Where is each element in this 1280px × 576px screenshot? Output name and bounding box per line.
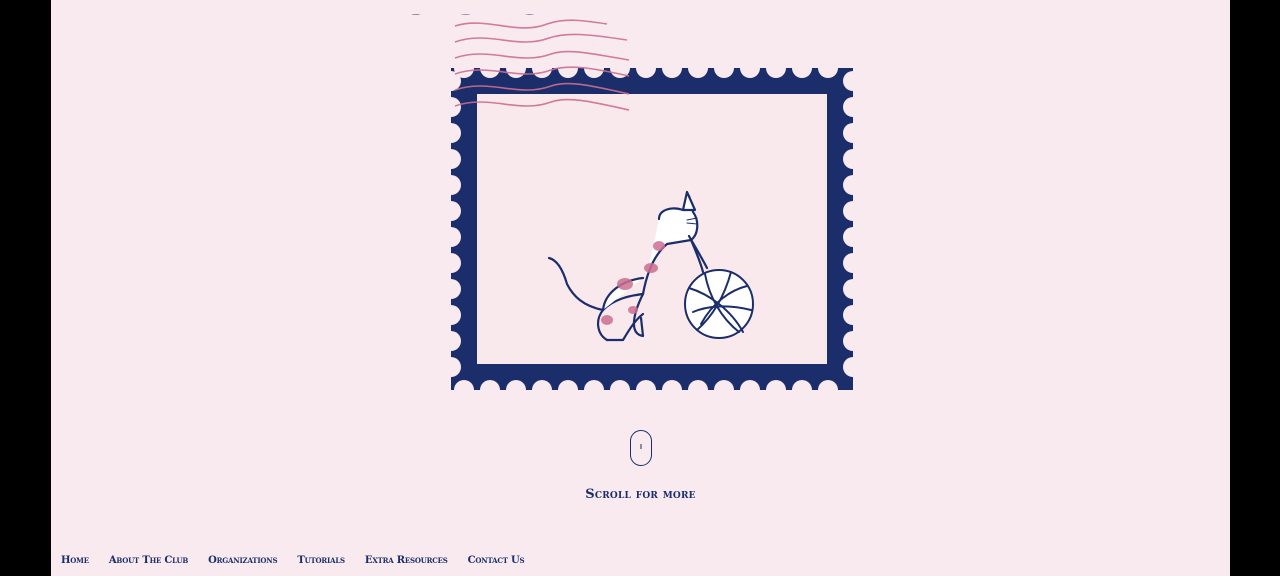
nav-item-contact-us[interactable]: Contact Us [468, 555, 525, 566]
stamp-perforation [843, 253, 863, 273]
stamp-perforation [441, 71, 461, 91]
stamp-perforation [843, 123, 863, 143]
crochet-crew-logo[interactable]: Crochet Crew [397, 14, 863, 400]
stamp-perforation [714, 380, 734, 400]
stamp-perforation [662, 58, 682, 78]
stamp-perforation [480, 380, 500, 400]
bottom-nav: Home About The Club Organizations Tutori… [61, 555, 525, 566]
stamp-perforation [532, 58, 552, 78]
nav-item-home[interactable]: Home [61, 555, 89, 566]
scroll-label: Scroll for more [585, 487, 696, 502]
stamp-perforation [818, 58, 838, 78]
stamp-perforation [843, 71, 863, 91]
stamp-perforation [506, 380, 526, 400]
stamp-perforation [441, 97, 461, 117]
mouse-icon [629, 430, 652, 466]
stamp-perforation [843, 331, 863, 351]
stamp-perforation [792, 58, 812, 78]
stamp-perforation [843, 279, 863, 299]
stamp-perforation [843, 175, 863, 195]
stamp-perforation [843, 97, 863, 117]
nav-item-tutorials[interactable]: Tutorials [297, 555, 345, 566]
stamp-perforation [441, 149, 461, 169]
stamp-perforation [740, 58, 760, 78]
stamp-perforation [766, 380, 786, 400]
nav-item-extra-resources[interactable]: Extra Resources [365, 555, 448, 566]
stamp-perforation [843, 305, 863, 325]
stamp-perforation [843, 227, 863, 247]
stamp-perforation [636, 380, 656, 400]
postage-stamp-icon [441, 58, 863, 400]
stamp-perforation [766, 58, 786, 78]
stamp-perforation [506, 58, 526, 78]
stamp-perforation [688, 380, 708, 400]
stamp-perforation [532, 380, 552, 400]
stamp-perforation [441, 279, 461, 299]
stamp-perforation [441, 331, 461, 351]
stamp-perforation [558, 380, 578, 400]
stamp-perforation [584, 380, 604, 400]
stamp-perforation [843, 201, 863, 221]
stamp-perforation [843, 357, 863, 377]
page: Crochet Crew [51, 0, 1230, 576]
stamp-perforation [843, 149, 863, 169]
stamp-perforation [441, 227, 461, 247]
nav-item-about-the-club[interactable]: About The Club [109, 555, 188, 566]
stamp-perforation [740, 380, 760, 400]
yarn-ball-icon [684, 269, 754, 339]
stamp-perforation [441, 305, 461, 325]
stamp-perforation [441, 253, 461, 273]
stamp-perforation [441, 357, 461, 377]
stamp-perforation [610, 380, 630, 400]
stamp-perforation [688, 58, 708, 78]
stamp-perforation [636, 58, 656, 78]
stamp-perforation [480, 58, 500, 78]
stamp-perforation [441, 175, 461, 195]
stamp-logo-graphic: Crochet Crew [397, 14, 863, 400]
stamp-perforation [662, 380, 682, 400]
stamp-perforation [714, 58, 734, 78]
stamp-perforation [454, 380, 474, 400]
stamp-perforation [792, 380, 812, 400]
stamp-perforation [441, 123, 461, 143]
stamp-perforation [441, 201, 461, 221]
nav-item-organizations[interactable]: Organizations [208, 555, 277, 566]
scroll-hint[interactable]: Scroll for more [51, 430, 1230, 502]
stamp-perforation [818, 380, 838, 400]
